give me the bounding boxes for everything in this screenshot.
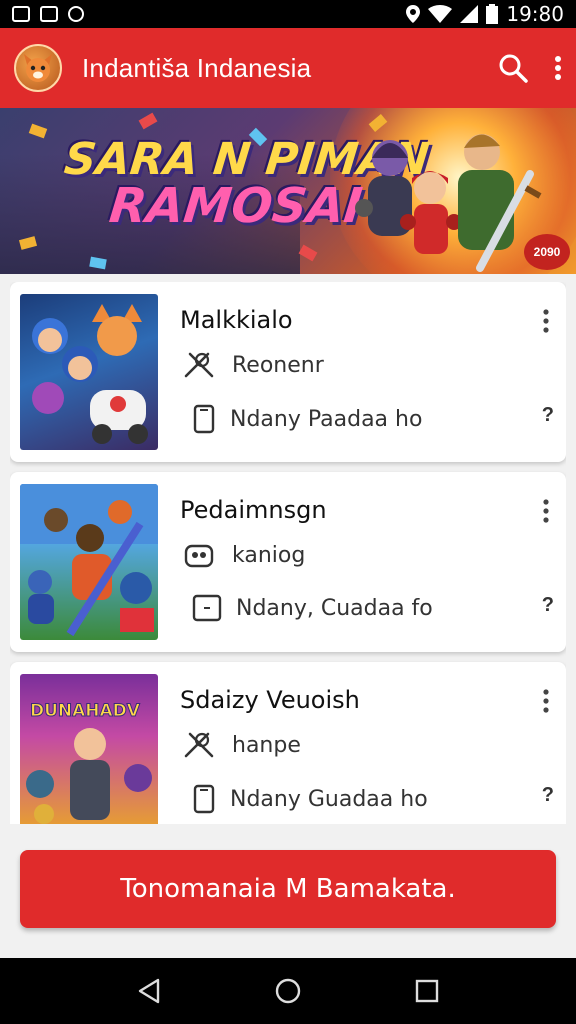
status-bar: 19:80 <box>0 0 576 28</box>
gamepad-face-icon <box>184 544 214 568</box>
device-row: Ndany, Cuadaa fo <box>192 594 433 622</box>
help-button[interactable]: ? <box>542 784 554 807</box>
genre-row: hanpe <box>182 730 301 760</box>
search-icon <box>499 54 528 83</box>
game-art-illustration: DUNAHADV <box>26 701 152 824</box>
item-menu-button[interactable] <box>534 496 558 526</box>
more-vert-icon <box>555 56 561 80</box>
app-logo[interactable] <box>14 44 62 92</box>
device-label: Ndany Guadaa ho <box>230 786 428 812</box>
status-notifications <box>12 6 84 22</box>
location-icon <box>406 5 421 23</box>
overflow-menu-button[interactable] <box>554 55 562 81</box>
confetti <box>138 112 158 130</box>
recents-button[interactable] <box>407 971 447 1011</box>
back-button[interactable] <box>129 971 169 1011</box>
genre-label: kaniog <box>232 542 306 568</box>
more-vert-icon <box>543 309 549 333</box>
help-button[interactable]: ? <box>542 404 554 427</box>
home-button[interactable] <box>268 971 308 1011</box>
swords-icon <box>184 732 214 758</box>
game-art-illustration <box>20 484 158 637</box>
genre-row: kaniog <box>182 540 305 570</box>
game-thumbnail: DUNAHADV <box>20 674 158 824</box>
genre-label: hanpe <box>232 732 301 758</box>
device-icon <box>193 404 215 434</box>
item-menu-button[interactable] <box>534 686 558 716</box>
game-thumbnail <box>20 484 158 640</box>
home-icon <box>275 978 301 1004</box>
search-button[interactable] <box>498 53 528 83</box>
list-item[interactable]: Pedaimnsgn kaniog Ndany, Cuadaa fo ? <box>10 472 566 652</box>
thumb3-caption: DUNAHADV <box>30 701 141 721</box>
swords-icon <box>184 352 214 378</box>
device-label: Ndany Paadaa ho <box>230 406 423 432</box>
wifi-icon <box>428 5 453 23</box>
game-title: Sdaizy Veuoish <box>180 686 360 714</box>
signal-icon <box>460 5 479 23</box>
help-button[interactable]: ? <box>542 594 554 617</box>
notification-icon <box>68 6 84 22</box>
confetti <box>298 244 318 262</box>
game-thumbnail <box>20 294 158 450</box>
primary-cta-button[interactable]: Tonomanaia M Bamakata. <box>20 850 556 928</box>
device-row: Ndany Paadaa ho <box>192 404 422 434</box>
app-title: Indantiša Indanesia <box>82 52 312 83</box>
promo-banner[interactable]: SARA N PIMAN RAMOSAI 2090 <box>0 108 576 274</box>
device-row: Ndany Guadaa ho <box>192 784 428 814</box>
device-label: Ndany, Cuadaa fo <box>236 595 433 621</box>
list-item[interactable]: Malkkialo Reonenr Ndany Paadaa ho ? <box>10 282 566 462</box>
battery-icon <box>486 4 499 24</box>
back-icon <box>139 978 160 1004</box>
item-menu-button[interactable] <box>534 306 558 336</box>
fox-mascot-icon <box>24 54 52 82</box>
notification-icon <box>12 6 30 22</box>
app-bar: Indantiša Indanesia <box>0 28 576 108</box>
game-title: Malkkialo <box>180 306 293 334</box>
game-list: Malkkialo Reonenr Ndany Paadaa ho ? Peda… <box>10 282 566 824</box>
more-vert-icon <box>543 689 549 713</box>
banner-badge: 2090 <box>524 234 570 270</box>
confetti <box>28 123 48 139</box>
device-icon <box>192 594 222 622</box>
device-icon <box>193 784 215 814</box>
list-item[interactable]: DUNAHADV Sdaizy Veuoish hanpe Ndany Guad… <box>10 662 566 824</box>
recents-icon <box>415 979 438 1003</box>
hero-characters-illustration <box>355 134 542 272</box>
notification-icon <box>40 6 58 22</box>
clock: 19:80 <box>506 2 564 26</box>
game-art-illustration <box>32 304 148 444</box>
game-title: Pedaimnsgn <box>180 496 327 524</box>
system-nav-bar <box>0 958 576 1024</box>
genre-row: Reonenr <box>182 350 324 380</box>
more-vert-icon <box>543 499 549 523</box>
genre-label: Reonenr <box>232 352 324 378</box>
